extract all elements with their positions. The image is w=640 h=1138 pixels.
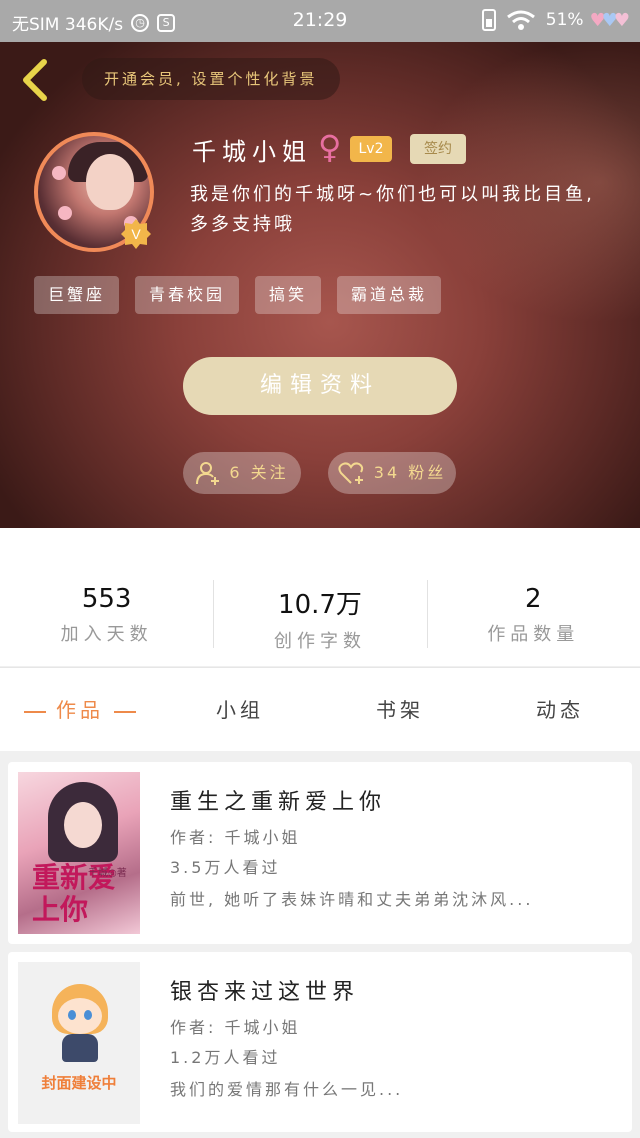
level-badge: Lv2 <box>350 136 392 162</box>
tab-label: 作品 <box>56 698 104 722</box>
fans-count: 34 粉丝 <box>373 463 447 482</box>
stat-works-count: 2 作品数量 <box>426 528 640 666</box>
vibrate-icon <box>481 9 496 31</box>
cover-author: 千城◎著 <box>88 868 127 879</box>
book-description: 我们的爱情那有什么一见... <box>170 1080 404 1099</box>
stat-value: 2 <box>525 584 542 614</box>
following-button[interactable]: 6 关注 <box>183 452 301 494</box>
back-arrow-icon[interactable] <box>18 58 52 102</box>
user-name: 千城小姐 <box>192 138 312 166</box>
edit-profile-button[interactable]: 编辑资料 <box>183 357 457 415</box>
verified-badge-icon: V <box>121 219 151 249</box>
heart-plus-icon <box>338 462 363 484</box>
book-title: 重生之重新爱上你 <box>170 790 387 815</box>
stat-word-count: 10.7万 创作字数 <box>213 528 426 666</box>
vip-background-button[interactable]: 开通会员, 设置个性化背景 <box>82 58 340 100</box>
book-author: 作者: 千城小姐 <box>170 828 301 847</box>
status-bar: 无SIM 346K/s ◷ S 21:29 51% ♥ ♥ ♥ <box>0 0 640 42</box>
book-card[interactable]: 重新爱上你 千城◎著 重生之重新爱上你 作者: 千城小姐 3.5万人看过 前世,… <box>8 762 632 944</box>
following-count: 6 关注 <box>229 463 289 482</box>
stat-value: 10.7万 <box>278 590 362 620</box>
signed-badge: 签约 <box>410 134 466 164</box>
tab-works[interactable]: 作品 <box>0 668 160 751</box>
cover-placeholder-text: 封面建设中 <box>41 1074 117 1092</box>
book-views: 3.5万人看过 <box>170 858 281 877</box>
tab-bookshelf[interactable]: 书架 <box>320 668 480 751</box>
stat-label: 作品数量 <box>487 624 580 645</box>
book-views: 1.2万人看过 <box>170 1048 281 1067</box>
book-author: 作者: 千城小姐 <box>170 1018 301 1037</box>
stat-label: 创作字数 <box>273 631 366 652</box>
svg-text:V: V <box>131 226 141 242</box>
tag-list: 巨蟹座 青春校园 搞笑 霸道总裁 <box>34 276 442 314</box>
hearts-icon: ♥ ♥ ♥ <box>589 9 630 31</box>
tag-item: 霸道总裁 <box>337 276 442 314</box>
fans-button[interactable]: 34 粉丝 <box>328 452 456 494</box>
stat-join-days: 553 加入天数 <box>0 528 213 666</box>
book-title: 银杏来过这世界 <box>170 980 360 1005</box>
female-icon: ♀ <box>318 128 342 166</box>
tag-item: 搞笑 <box>255 276 322 314</box>
stats-bar: 553 加入天数 10.7万 创作字数 2 作品数量 <box>0 528 640 666</box>
book-card[interactable]: 封面建设中 银杏来过这世界 作者: 千城小姐 1.2万人看过 我们的爱情那有什么… <box>8 952 632 1132</box>
book-cover: 封面建设中 <box>18 962 140 1124</box>
tab-groups[interactable]: 小组 <box>160 668 320 751</box>
tag-item: 巨蟹座 <box>34 276 120 314</box>
tag-item: 青春校园 <box>135 276 240 314</box>
book-cover: 重新爱上你 千城◎著 <box>18 772 140 934</box>
profile-header: 开通会员, 设置个性化背景 V 千城小姐 ♀ Lv2 签约 我是你们的千城呀~你… <box>0 42 640 528</box>
stat-label: 加入天数 <box>60 624 153 645</box>
tab-activity[interactable]: 动态 <box>480 668 640 751</box>
user-bio: 我是你们的千城呀~你们也可以叫我比目鱼, 多多支持哦 <box>190 184 595 235</box>
wifi-icon <box>506 10 535 30</box>
stat-value: 553 <box>81 584 132 614</box>
tab-bar: 作品 小组 书架 动态 <box>0 667 640 751</box>
book-description: 前世, 她听了表妹许晴和丈夫弟弟沈沐风... <box>170 890 534 909</box>
battery-percent: 51% <box>545 10 584 30</box>
add-user-icon <box>196 462 220 485</box>
